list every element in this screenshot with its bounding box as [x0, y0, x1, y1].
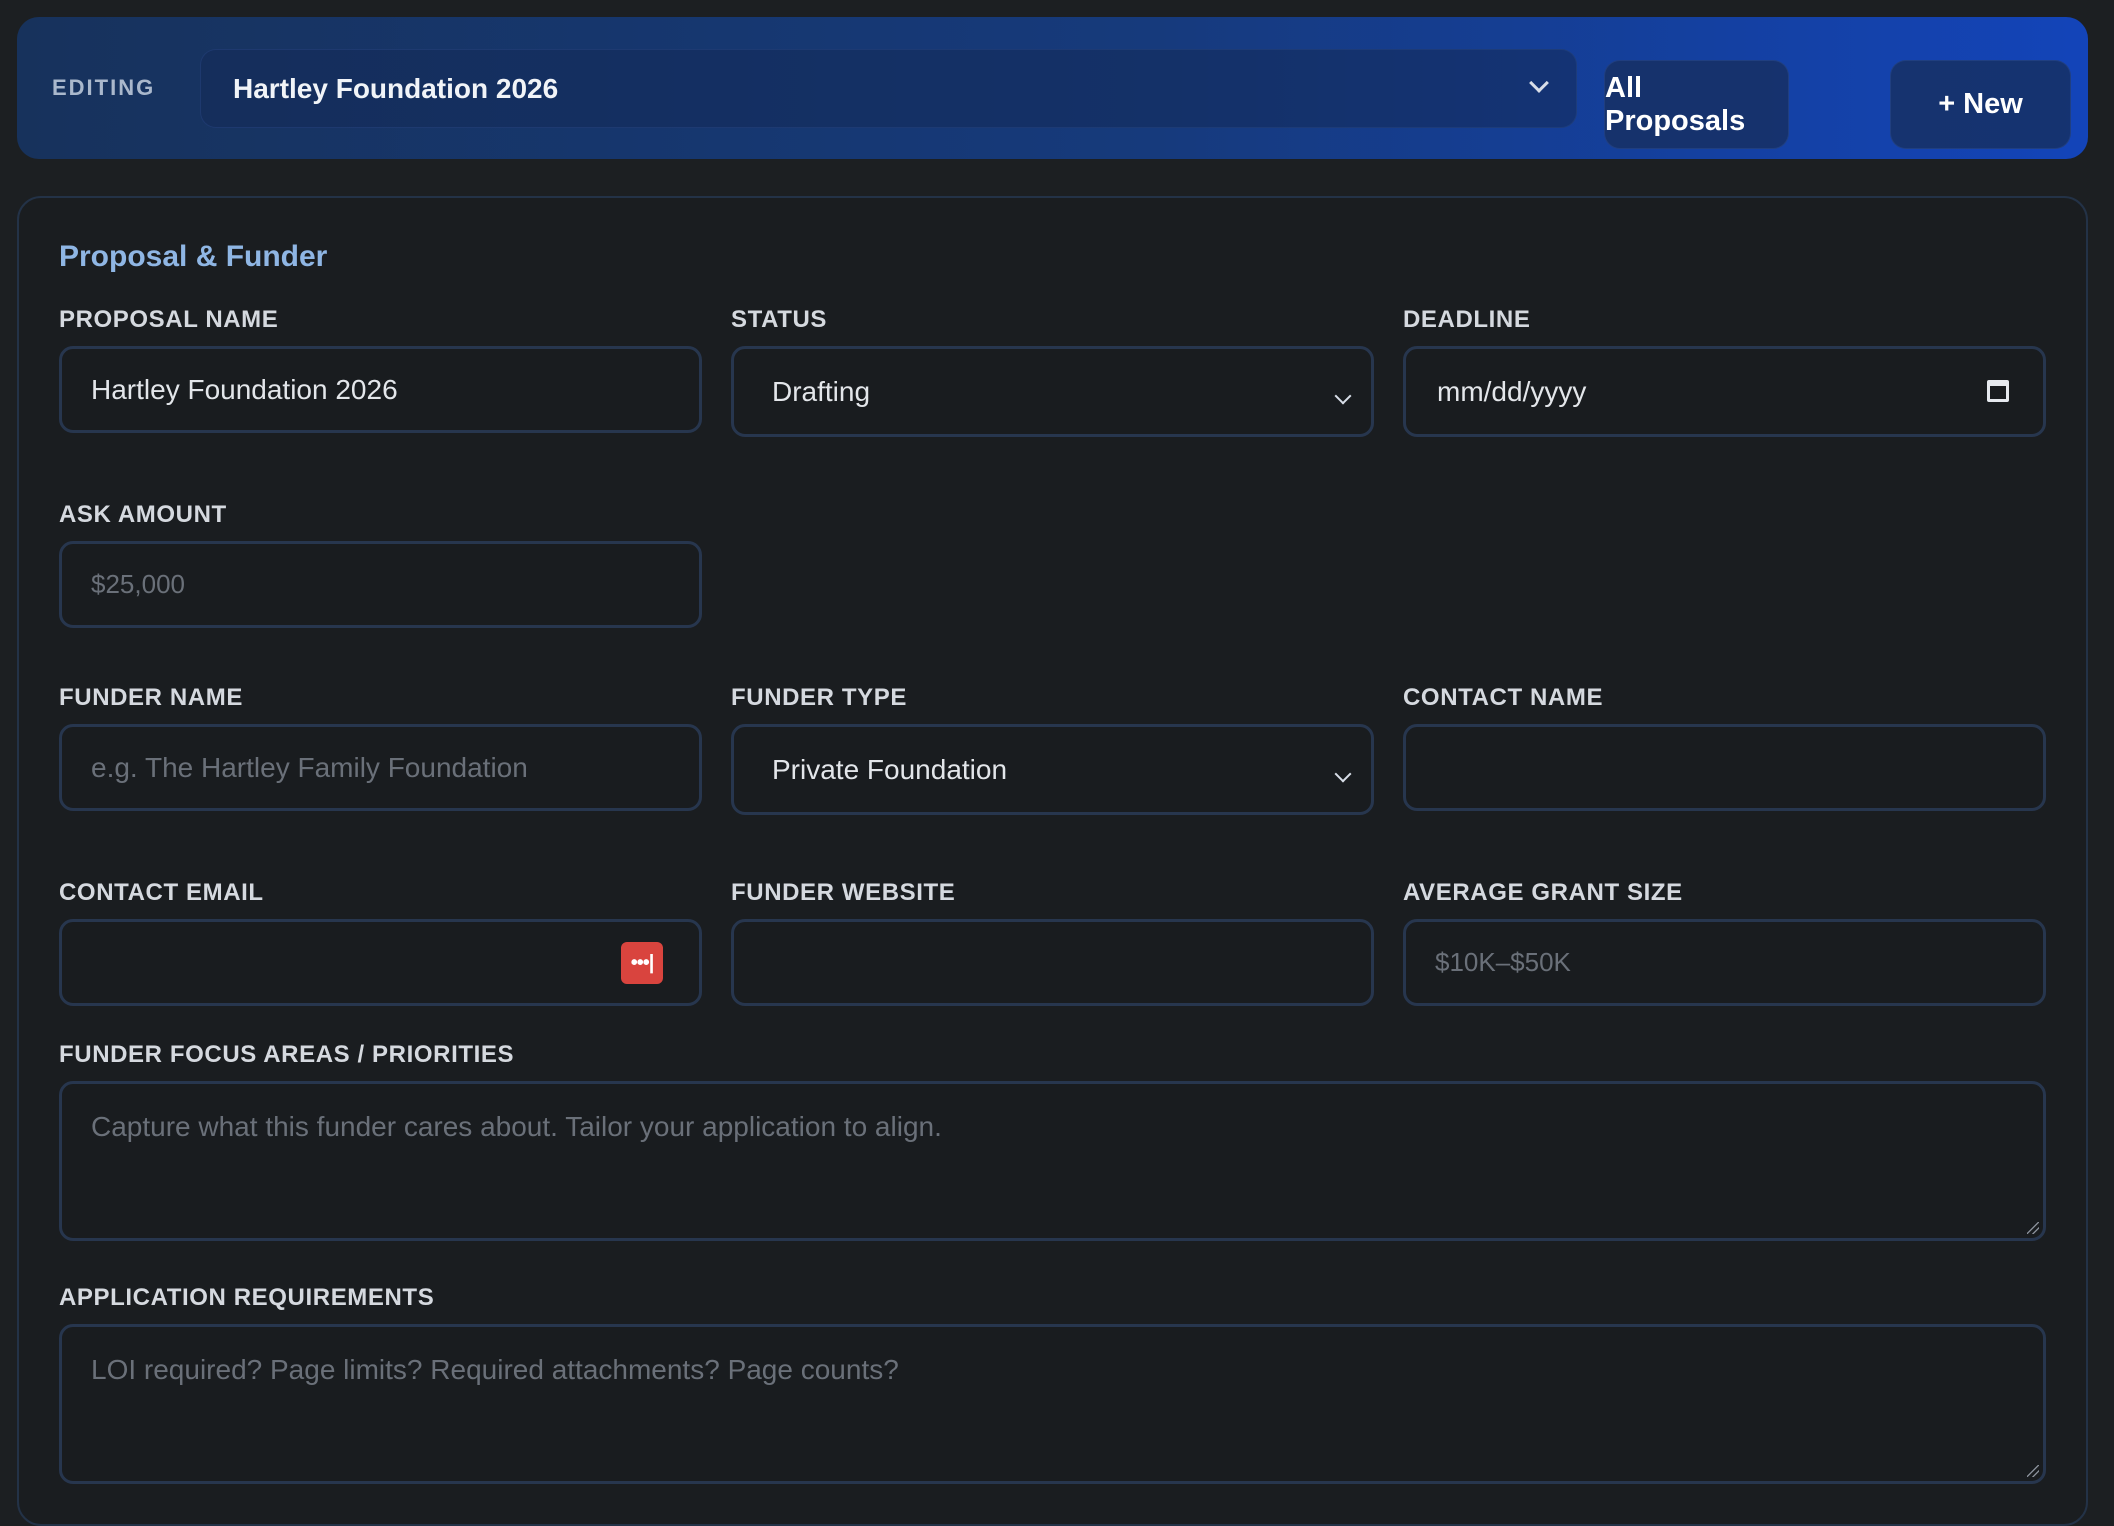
- status-label: STATUS: [731, 306, 828, 333]
- funder-name-placeholder: e.g. The Hartley Family Foundation: [91, 751, 528, 783]
- contact-email-input[interactable]: •••|: [59, 919, 702, 1006]
- funder-name-label: FUNDER NAME: [59, 684, 243, 711]
- status-select[interactable]: Drafting: [731, 346, 1374, 437]
- proposal-name-value: Hartley Foundation 2026: [91, 373, 398, 405]
- deadline-input[interactable]: mm/dd/yyyy: [1403, 346, 2046, 437]
- contact-name-input[interactable]: [1403, 724, 2046, 811]
- chevron-down-icon: [1334, 765, 1352, 783]
- editing-label: EDITING: [52, 75, 156, 100]
- proposal-name-label: PROPOSAL NAME: [59, 306, 279, 333]
- average-grant-size-label: AVERAGE GRANT SIZE: [1403, 879, 1683, 906]
- all-proposals-button[interactable]: All Proposals: [1604, 60, 1789, 149]
- chevron-down-icon: [1529, 73, 1549, 93]
- section-title: Proposal & Funder: [59, 240, 328, 273]
- funder-name-input[interactable]: e.g. The Hartley Family Foundation: [59, 724, 702, 811]
- deadline-label: DEADLINE: [1403, 306, 1531, 333]
- proposal-selector[interactable]: Hartley Foundation 2026: [200, 49, 1577, 128]
- contact-name-label: CONTACT NAME: [1403, 684, 1604, 711]
- funder-type-select[interactable]: Private Foundation: [731, 724, 1374, 815]
- requirements-textarea[interactable]: LOI required? Page limits? Required atta…: [59, 1324, 2046, 1484]
- deadline-value: mm/dd/yyyy: [1437, 375, 1587, 407]
- focus-areas-placeholder: Capture what this funder cares about. Ta…: [91, 1111, 942, 1142]
- new-proposal-button[interactable]: + New: [1890, 60, 2071, 149]
- ask-amount-input[interactable]: $25,000: [59, 541, 702, 628]
- requirements-label: APPLICATION REQUIREMENTS: [59, 1284, 435, 1311]
- funder-website-label: FUNDER WEBSITE: [731, 879, 956, 906]
- ask-amount-placeholder: $25,000: [91, 569, 185, 599]
- ask-amount-label: ASK AMOUNT: [59, 501, 227, 528]
- requirements-placeholder: LOI required? Page limits? Required atta…: [91, 1354, 899, 1385]
- proposal-selector-value: Hartley Foundation 2026: [233, 72, 559, 104]
- funder-type-value: Private Foundation: [772, 753, 1008, 785]
- chevron-down-icon: [1334, 387, 1352, 405]
- funder-type-label: FUNDER TYPE: [731, 684, 907, 711]
- funder-website-input[interactable]: [731, 919, 1374, 1006]
- average-grant-size-placeholder: $10K–$50K: [1435, 947, 1571, 977]
- contact-email-label: CONTACT EMAIL: [59, 879, 264, 906]
- resize-handle-icon[interactable]: [2027, 1222, 2039, 1234]
- focus-areas-textarea[interactable]: Capture what this funder cares about. Ta…: [59, 1081, 2046, 1241]
- average-grant-size-input[interactable]: $10K–$50K: [1403, 919, 2046, 1006]
- resize-handle-icon[interactable]: [2027, 1465, 2039, 1477]
- password-manager-icon[interactable]: •••|: [621, 942, 663, 984]
- calendar-icon[interactable]: [1987, 380, 2009, 402]
- status-value: Drafting: [772, 375, 871, 407]
- proposal-topbar: EDITING Hartley Foundation 2026 All Prop…: [17, 17, 2088, 159]
- proposal-name-input[interactable]: Hartley Foundation 2026: [59, 346, 702, 433]
- focus-areas-label: FUNDER FOCUS AREAS / PRIORITIES: [59, 1041, 515, 1068]
